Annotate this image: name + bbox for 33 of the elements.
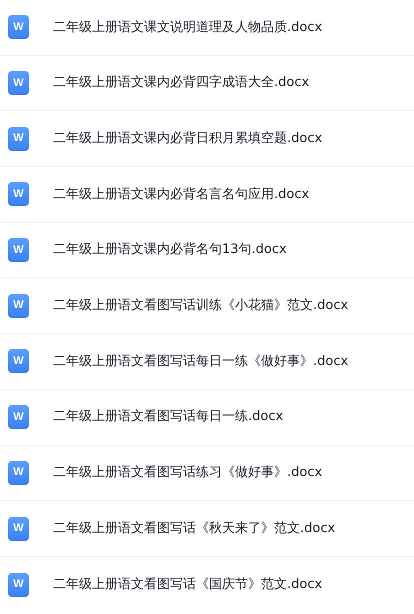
document-icon: W — [8, 294, 29, 318]
file-name: 二年级上册语文看图写话每日一练《做好事》.docx — [53, 352, 348, 371]
document-icon: W — [8, 405, 29, 430]
file-row[interactable]: W 二年级上册语文课内必背名言名句应用.docx — [0, 167, 414, 223]
file-name: 二年级上册语文看图写话练习《做好事》.docx — [53, 464, 322, 482]
file-name: 二年级上册语文课内必背四字成语大全.docx — [53, 74, 310, 92]
file-row[interactable]: W 二年级上册语文看图写话训练《小花猫》范文.docx — [0, 278, 414, 334]
file-name: 二年级上册语文看图写话训练《小花猫》范文.docx — [53, 297, 348, 316]
document-icon: W — [8, 572, 29, 597]
file-name: 二年级上册语文课内必背名言名句应用.docx — [53, 186, 310, 204]
file-name: 二年级上册语文课内必背日积月累填空题.docx — [53, 130, 322, 148]
document-icon: W — [8, 15, 29, 40]
file-name: 二年级上册语文看图写话每日一练.docx — [53, 408, 284, 426]
file-row[interactable]: W 二年级上册语文看图写话《秋天来了》范文.docx — [0, 501, 414, 557]
file-name: 二年级上册语文课文说明道理及人物品质.docx — [53, 18, 322, 37]
document-icon: W — [8, 238, 29, 262]
file-row[interactable]: W 二年级上册语文课内必背日积月累填空题.docx — [0, 111, 414, 168]
file-name: 二年级上册语文课内必背名句13句.docx — [53, 241, 287, 260]
file-row[interactable]: W 二年级上册语文看图写话练习《做好事》.docx — [0, 446, 414, 502]
document-icon: W — [8, 71, 29, 96]
file-row[interactable]: W 二年级上册语文课内必背四字成语大全.docx — [0, 56, 414, 112]
file-row[interactable]: W 二年级上册语文看图写话每日一练《做好事》.docx — [0, 334, 414, 390]
document-icon: W — [8, 349, 29, 374]
document-icon: W — [8, 182, 29, 206]
file-row[interactable]: W 二年级上册语文课内必背名句13句.docx — [0, 222, 414, 278]
file-name: 二年级上册语文看图写话《秋天来了》范文.docx — [53, 520, 336, 538]
document-icon: W — [8, 126, 29, 151]
document-icon: W — [8, 460, 29, 485]
document-icon: W — [8, 516, 29, 541]
file-row[interactable]: W 二年级上册语文看图写话每日一练.docx — [0, 390, 414, 446]
file-name: 二年级上册语文看图写话《国庆节》范文.docx — [53, 576, 322, 594]
file-row[interactable]: W 二年级上册语文课文说明道理及人物品质.docx — [0, 0, 414, 56]
file-row[interactable]: W 二年级上册语文看图写话《国庆节》范文.docx — [0, 556, 414, 613]
